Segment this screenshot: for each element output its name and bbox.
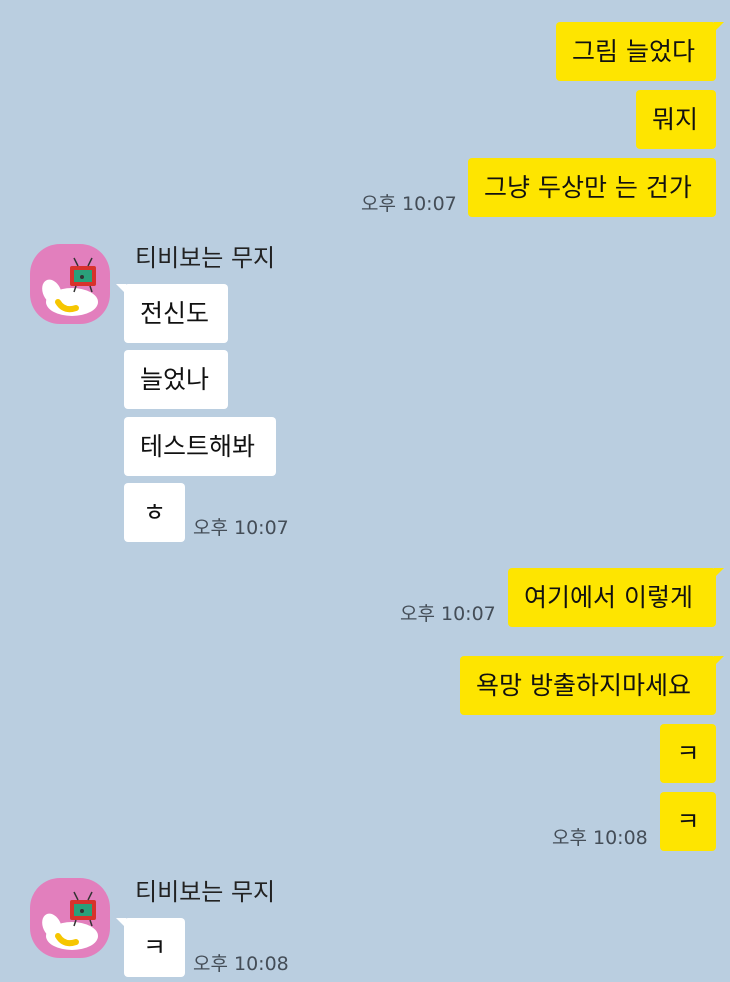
message-text: ㅎ — [142, 498, 166, 527]
message-timestamp: 오후 10:07 — [400, 603, 496, 625]
their-message-bubble[interactable]: 전신도 — [116, 284, 228, 343]
message-text: 전신도 — [140, 299, 210, 328]
my-message-bubble[interactable]: 욕망 방출하지마세요 — [460, 656, 724, 715]
message-timestamp: 오후 10:07 — [361, 193, 457, 215]
muzi-tv-avatar-icon[interactable] — [30, 244, 110, 324]
message-timestamp: 오후 10:08 — [552, 827, 648, 849]
their-message-bubble[interactable]: ㅎ — [124, 483, 185, 542]
message-text: ㅋ — [142, 933, 166, 962]
my-message-bubble[interactable]: 여기에서 이렇게 — [508, 568, 724, 627]
message-text: 뭐지 — [652, 105, 699, 134]
message-text: 늘었나 — [140, 365, 210, 394]
my-message-bubble[interactable]: 그냥 두상만 는 건가 — [468, 158, 716, 217]
my-message-bubble[interactable]: ㅋ — [660, 792, 716, 851]
sender-name: 티비보는 무지 — [135, 244, 276, 272]
message-text: 그림 늘었다 — [572, 37, 695, 66]
message-text: 여기에서 이렇게 — [524, 583, 693, 612]
their-message-bubble[interactable]: 늘었나 — [124, 350, 228, 409]
message-timestamp: 오후 10:08 — [193, 953, 289, 975]
my-message-bubble[interactable]: 그림 늘었다 — [556, 22, 724, 81]
message-text: 그냥 두상만 는 건가 — [484, 173, 692, 202]
muzi-tv-avatar-icon[interactable] — [30, 878, 110, 958]
message-text: ㅋ — [676, 807, 700, 836]
message-text: 욕망 방출하지마세요 — [476, 671, 691, 700]
sender-name: 티비보는 무지 — [135, 878, 276, 906]
my-message-bubble[interactable]: 뭐지 — [636, 90, 716, 149]
their-message-bubble[interactable]: 테스트해봐 — [124, 417, 276, 476]
message-text: ㅋ — [676, 739, 700, 768]
message-timestamp: 오후 10:07 — [193, 517, 289, 539]
message-text: 테스트해봐 — [140, 432, 256, 461]
their-message-bubble[interactable]: ㅋ — [116, 918, 185, 977]
my-message-bubble[interactable]: ㅋ — [660, 724, 716, 783]
